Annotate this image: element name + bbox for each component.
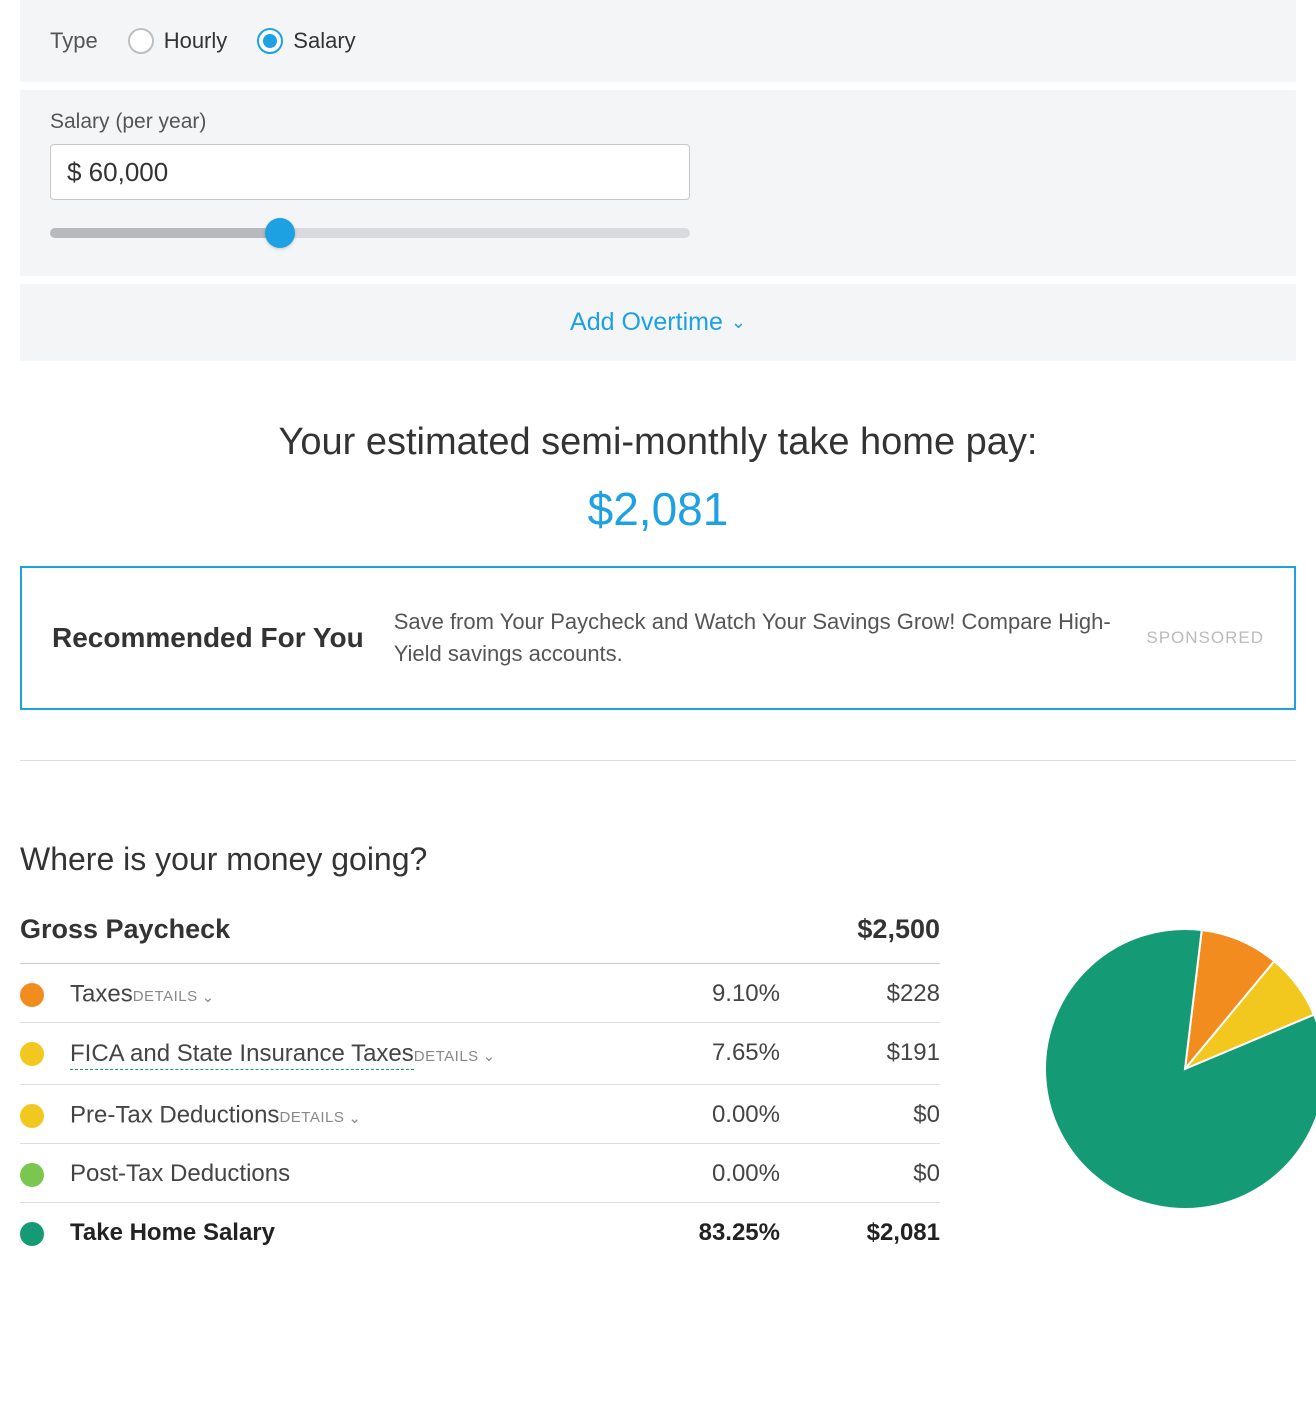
add-overtime-label: Add Overtime [570,308,723,337]
breakdown-percent: 7.65% [630,1039,780,1067]
breakdown-amount: $191 [790,1039,940,1067]
gross-paycheck-row: Gross Paycheck $2,500 [20,914,940,964]
breakdown-title: Where is your money going? [20,841,1296,878]
salary-panel: Salary (per year) $ 60,000 [20,90,1296,276]
details-label: DETAILS [414,1048,479,1065]
gross-label: Gross Paycheck [20,914,230,945]
gross-amount: $2,500 [857,914,940,945]
details-toggle[interactable]: DETAILS⌄ [414,1047,496,1065]
breakdown-row: Pre-Tax DeductionsDETAILS⌄ 0.00% $0 [20,1085,940,1145]
breakdown-row: TaxesDETAILS⌄ 9.10% $228 [20,964,940,1024]
breakdown-name: Taxes [70,980,133,1007]
breakdown-percent: 0.00% [630,1101,780,1129]
color-dot-icon [20,1163,44,1187]
radio-salary-label: Salary [293,28,355,54]
chevron-down-icon: ⌄ [202,988,215,1006]
chevron-down-icon: ⌄ [731,312,746,333]
breakdown-name: FICA and State Insurance Taxes [70,1040,414,1070]
breakdown-row: FICA and State Insurance TaxesDETAILS⌄ 7.… [20,1023,940,1085]
breakdown-table: Gross Paycheck $2,500 TaxesDETAILS⌄9.10%… [20,914,940,1262]
breakdown-percent: 0.00% [630,1160,780,1188]
details-toggle[interactable]: DETAILS⌄ [279,1109,361,1127]
breakdown-name-cell: FICA and State Insurance TaxesDETAILS⌄ [70,1039,620,1070]
breakdown-name: Post-Tax Deductions [70,1160,290,1187]
breakdown-name-cell: TaxesDETAILS⌄ [70,980,620,1009]
radio-hourly-label: Hourly [164,28,228,54]
breakdown-name-cell: Take Home Salary [70,1219,620,1247]
breakdown-name-cell: Post-Tax Deductions [70,1160,620,1188]
radio-hourly[interactable]: Hourly [128,28,228,54]
slider-thumb[interactable] [265,218,295,248]
breakdown-amount: $0 [790,1160,940,1188]
type-label: Type [50,28,98,54]
breakdown-amount: $2,081 [790,1219,940,1247]
color-dot-icon [20,1104,44,1128]
salary-slider[interactable] [50,218,690,248]
section-divider [20,760,1296,761]
pie-chart [1040,924,1316,1214]
recommended-title: Recommended For You [52,622,364,654]
breakdown-wrap: Gross Paycheck $2,500 TaxesDETAILS⌄9.10%… [20,914,1296,1262]
color-dot-icon [20,983,44,1007]
radio-salary[interactable]: Salary [257,28,355,54]
chevron-down-icon: ⌄ [483,1047,496,1065]
salary-input[interactable]: $ 60,000 [50,144,690,200]
breakdown-percent: 9.10% [630,980,780,1008]
chevron-down-icon: ⌄ [348,1109,361,1127]
overtime-panel: Add Overtime ⌄ [20,284,1296,361]
salary-label: Salary (per year) [50,110,1266,134]
details-toggle[interactable]: DETAILS⌄ [133,988,215,1006]
breakdown-amount: $0 [790,1101,940,1129]
details-label: DETAILS [133,988,198,1005]
pay-type-panel: Type Hourly Salary [20,0,1296,82]
recommended-text: Save from Your Paycheck and Watch Your S… [394,606,1117,670]
add-overtime-link[interactable]: Add Overtime ⌄ [570,308,746,337]
result-title: Your estimated semi-monthly take home pa… [20,421,1296,464]
breakdown-row: Post-Tax Deductions 0.00% $0 [20,1144,940,1203]
details-label: DETAILS [279,1109,344,1126]
sponsored-label: SPONSORED [1146,628,1264,648]
color-dot-icon [20,1222,44,1246]
slider-fill [50,228,280,238]
breakdown-amount: $228 [790,980,940,1008]
breakdown-percent: 83.25% [630,1219,780,1247]
radio-circle-icon [128,28,154,54]
result-section: Your estimated semi-monthly take home pa… [20,361,1296,566]
breakdown-name: Pre-Tax Deductions [70,1101,279,1128]
breakdown-name-cell: Pre-Tax DeductionsDETAILS⌄ [70,1101,620,1130]
pie-chart-wrap [1040,914,1316,1219]
breakdown-row: Take Home Salary 83.25% $2,081 [20,1203,940,1261]
recommended-box[interactable]: Recommended For You Save from Your Paych… [20,566,1296,710]
breakdown-name: Take Home Salary [70,1219,275,1246]
result-amount: $2,081 [20,482,1296,536]
pay-type-radio-group: Hourly Salary [128,28,356,54]
color-dot-icon [20,1042,44,1066]
radio-circle-selected-icon [257,28,283,54]
